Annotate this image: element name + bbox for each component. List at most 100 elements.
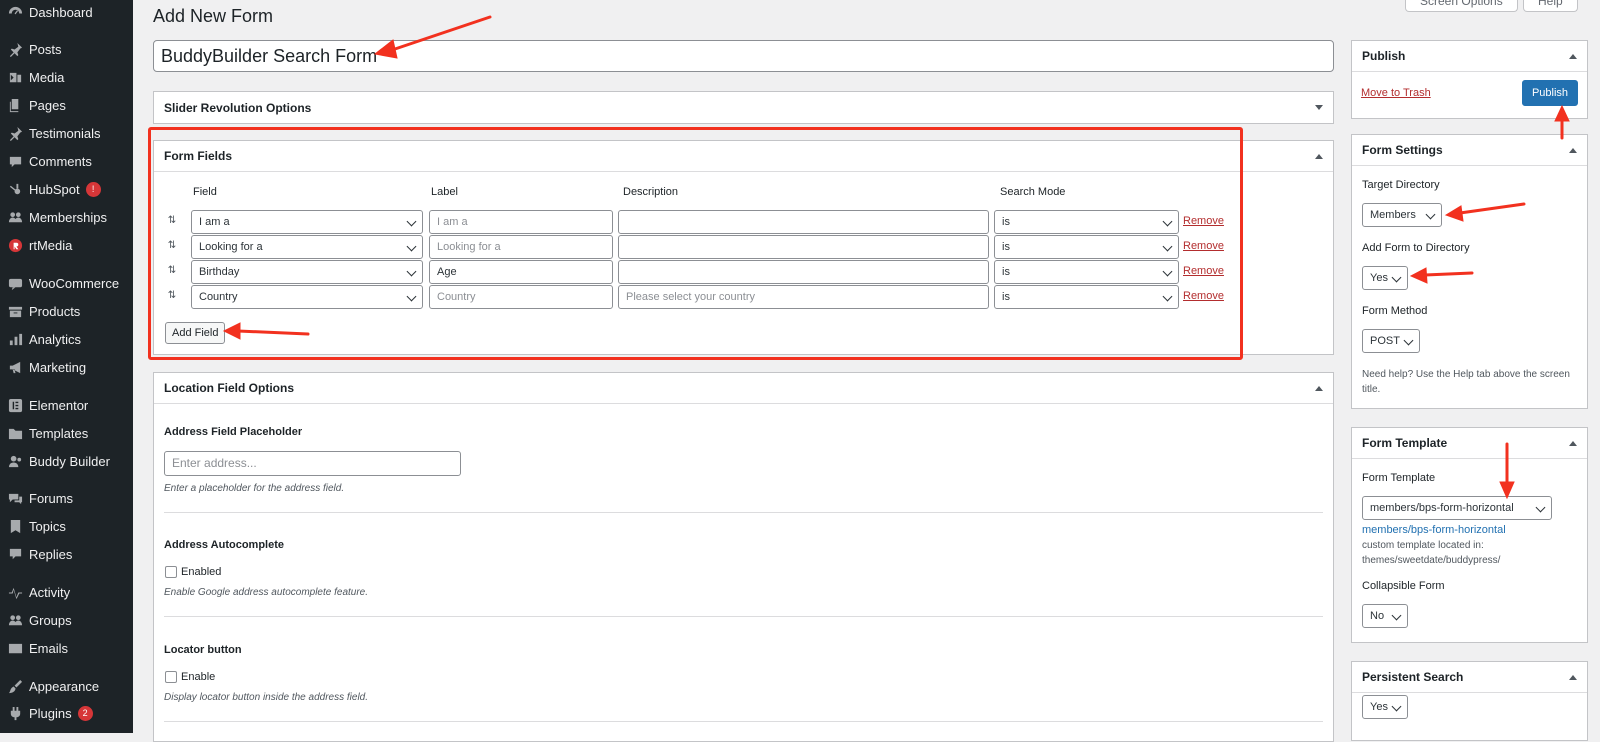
form-template-select[interactable]: members/bps-form-horizontal (1362, 496, 1552, 520)
sidebar-item-activity[interactable]: Activity (0, 579, 133, 605)
description-input[interactable] (618, 210, 989, 234)
help-button[interactable]: Help (1523, 0, 1578, 12)
sidebar-item-forums[interactable]: Forums (0, 485, 133, 511)
form-template-header[interactable]: Form Template (1352, 428, 1587, 459)
sidebar-item-label: Activity (29, 584, 71, 600)
location-options-header[interactable]: Location Field Options (154, 373, 1333, 404)
locator-checkbox-label[interactable]: Enable (181, 671, 215, 683)
form-method-value: POST (1370, 335, 1400, 347)
groups-icon (7, 209, 23, 225)
toggle-up-icon[interactable] (1569, 674, 1577, 680)
slider-revolution-header[interactable]: Slider Revolution Options (154, 92, 1333, 123)
toggle-up-icon[interactable] (1569, 53, 1577, 59)
publish-header[interactable]: Publish (1352, 41, 1587, 72)
field-select[interactable]: Country (191, 285, 423, 309)
toggle-up-icon[interactable] (1315, 385, 1323, 391)
search-mode-select[interactable]: is (994, 235, 1179, 259)
sidebar-item-analytics[interactable]: Analytics (0, 326, 133, 352)
remove-field-link[interactable]: Remove (1183, 290, 1224, 302)
sidebar-item-label: Marketing (29, 359, 87, 375)
sidebar-item-plugins[interactable]: Plugins 2 (0, 700, 133, 726)
form-title-input[interactable]: BuddyBuilder Search Form (153, 40, 1334, 72)
field-select[interactable]: Looking for a (191, 235, 423, 259)
sidebar-item-marketing[interactable]: Marketing (0, 354, 133, 380)
sidebar-item-testimonials[interactable]: Testimonials (0, 120, 133, 146)
toggle-up-icon[interactable] (1569, 440, 1577, 446)
sidebar-item-dashboard[interactable]: Dashboard (0, 0, 133, 25)
locator-checkbox[interactable] (165, 671, 177, 683)
sidebar-item-replies[interactable]: Replies (0, 541, 133, 567)
sidebar-item-hubspot[interactable]: HubSpot! (0, 176, 133, 202)
groups-icon (7, 612, 23, 628)
sidebar-item-products[interactable]: Products (0, 298, 133, 324)
column-header-label: Label (431, 186, 458, 198)
drag-handle-icon[interactable]: ⇅ (166, 290, 178, 301)
persistent-search-select[interactable]: Yes (1362, 695, 1408, 719)
label-input[interactable]: Age (429, 260, 613, 284)
label-input[interactable]: Looking for a (429, 235, 613, 259)
screen-options-button[interactable]: Screen Options (1405, 0, 1518, 12)
persistent-search-header[interactable]: Persistent Search (1352, 662, 1587, 693)
drag-handle-icon[interactable]: ⇅ (166, 215, 178, 226)
toggle-up-icon[interactable] (1315, 153, 1323, 159)
sidebar-item-woocommerce[interactable]: WooCommerce (0, 270, 133, 296)
remove-field-link[interactable]: Remove (1183, 265, 1224, 277)
remove-field-link[interactable]: Remove (1183, 215, 1224, 227)
move-to-trash-link[interactable]: Move to Trash (1361, 87, 1431, 99)
sidebar-item-posts[interactable]: Posts (0, 36, 133, 62)
notification-badge: 2 (77, 705, 93, 721)
sidebar-item-buddy-builder[interactable]: Buddy Builder (0, 448, 133, 474)
address-placeholder-label: Address Field Placeholder (164, 426, 303, 438)
description-input[interactable] (618, 235, 989, 259)
sidebar-item-pages[interactable]: Pages (0, 92, 133, 118)
activity-icon (7, 584, 23, 600)
sidebar-item-groups[interactable]: Groups (0, 607, 133, 633)
sidebar-item-media[interactable]: Media (0, 64, 133, 90)
form-fields-header[interactable]: Form Fields (154, 141, 1333, 172)
label-input[interactable]: I am a (429, 210, 613, 234)
label-input[interactable]: Country (429, 285, 613, 309)
sidebar-item-elementor[interactable]: Elementor (0, 392, 133, 418)
toggle-down-icon[interactable] (1315, 105, 1323, 110)
template-link[interactable]: members/bps-form-horizontal (1362, 524, 1506, 536)
sidebar-item-label: Analytics (29, 331, 82, 347)
sidebar-item-templates[interactable]: Templates (0, 420, 133, 446)
add-field-button[interactable]: Add Field (165, 322, 226, 344)
field-select-value: Birthday (199, 266, 240, 278)
form-method-select[interactable]: POST (1362, 329, 1420, 353)
sidebar-item-comments[interactable]: Comments (0, 148, 133, 174)
field-select[interactable]: Birthday (191, 260, 423, 284)
users-icon (7, 453, 23, 469)
sidebar-item-rtmedia[interactable]: rtMedia (0, 232, 133, 258)
autocomplete-checkbox[interactable] (165, 566, 177, 578)
remove-field-link[interactable]: Remove (1183, 240, 1224, 252)
description-input[interactable] (618, 260, 989, 284)
collapsible-form-select[interactable]: No (1362, 604, 1408, 628)
address-placeholder-input[interactable]: Enter address... (164, 451, 461, 476)
field-select[interactable]: I am a (191, 210, 423, 234)
column-header-search-mode: Search Mode (1000, 186, 1066, 198)
sidebar-item-memberships[interactable]: Memberships (0, 204, 133, 230)
form-fields-title: Form Fields (164, 149, 233, 163)
sidebar-item-label: rtMedia (29, 237, 73, 253)
media-icon (7, 69, 23, 85)
search-mode-select[interactable]: is (994, 260, 1179, 284)
search-mode-value: is (1002, 216, 1010, 228)
target-directory-select[interactable]: Members (1362, 203, 1442, 227)
drag-handle-icon[interactable]: ⇅ (166, 265, 178, 276)
toggle-up-icon[interactable] (1569, 147, 1577, 153)
drag-handle-icon[interactable]: ⇅ (166, 240, 178, 251)
sidebar-item-emails[interactable]: Emails (0, 635, 133, 661)
template-location-note: custom template located in: themes/sweet… (1362, 540, 1501, 566)
search-mode-select[interactable]: is (994, 285, 1179, 309)
description-input[interactable]: Please select your country (618, 285, 989, 309)
sidebar-item-label: Buddy Builder (29, 453, 110, 469)
chevron-down-icon (406, 241, 417, 252)
search-mode-select[interactable]: is (994, 210, 1179, 234)
publish-button[interactable]: Publish (1522, 80, 1578, 106)
add-to-directory-select[interactable]: Yes (1362, 266, 1408, 290)
sidebar-item-appearance[interactable]: Appearance (0, 673, 133, 699)
sidebar-item-topics[interactable]: Topics (0, 513, 133, 539)
autocomplete-checkbox-label[interactable]: Enabled (181, 566, 221, 578)
form-settings-header[interactable]: Form Settings (1352, 135, 1587, 166)
